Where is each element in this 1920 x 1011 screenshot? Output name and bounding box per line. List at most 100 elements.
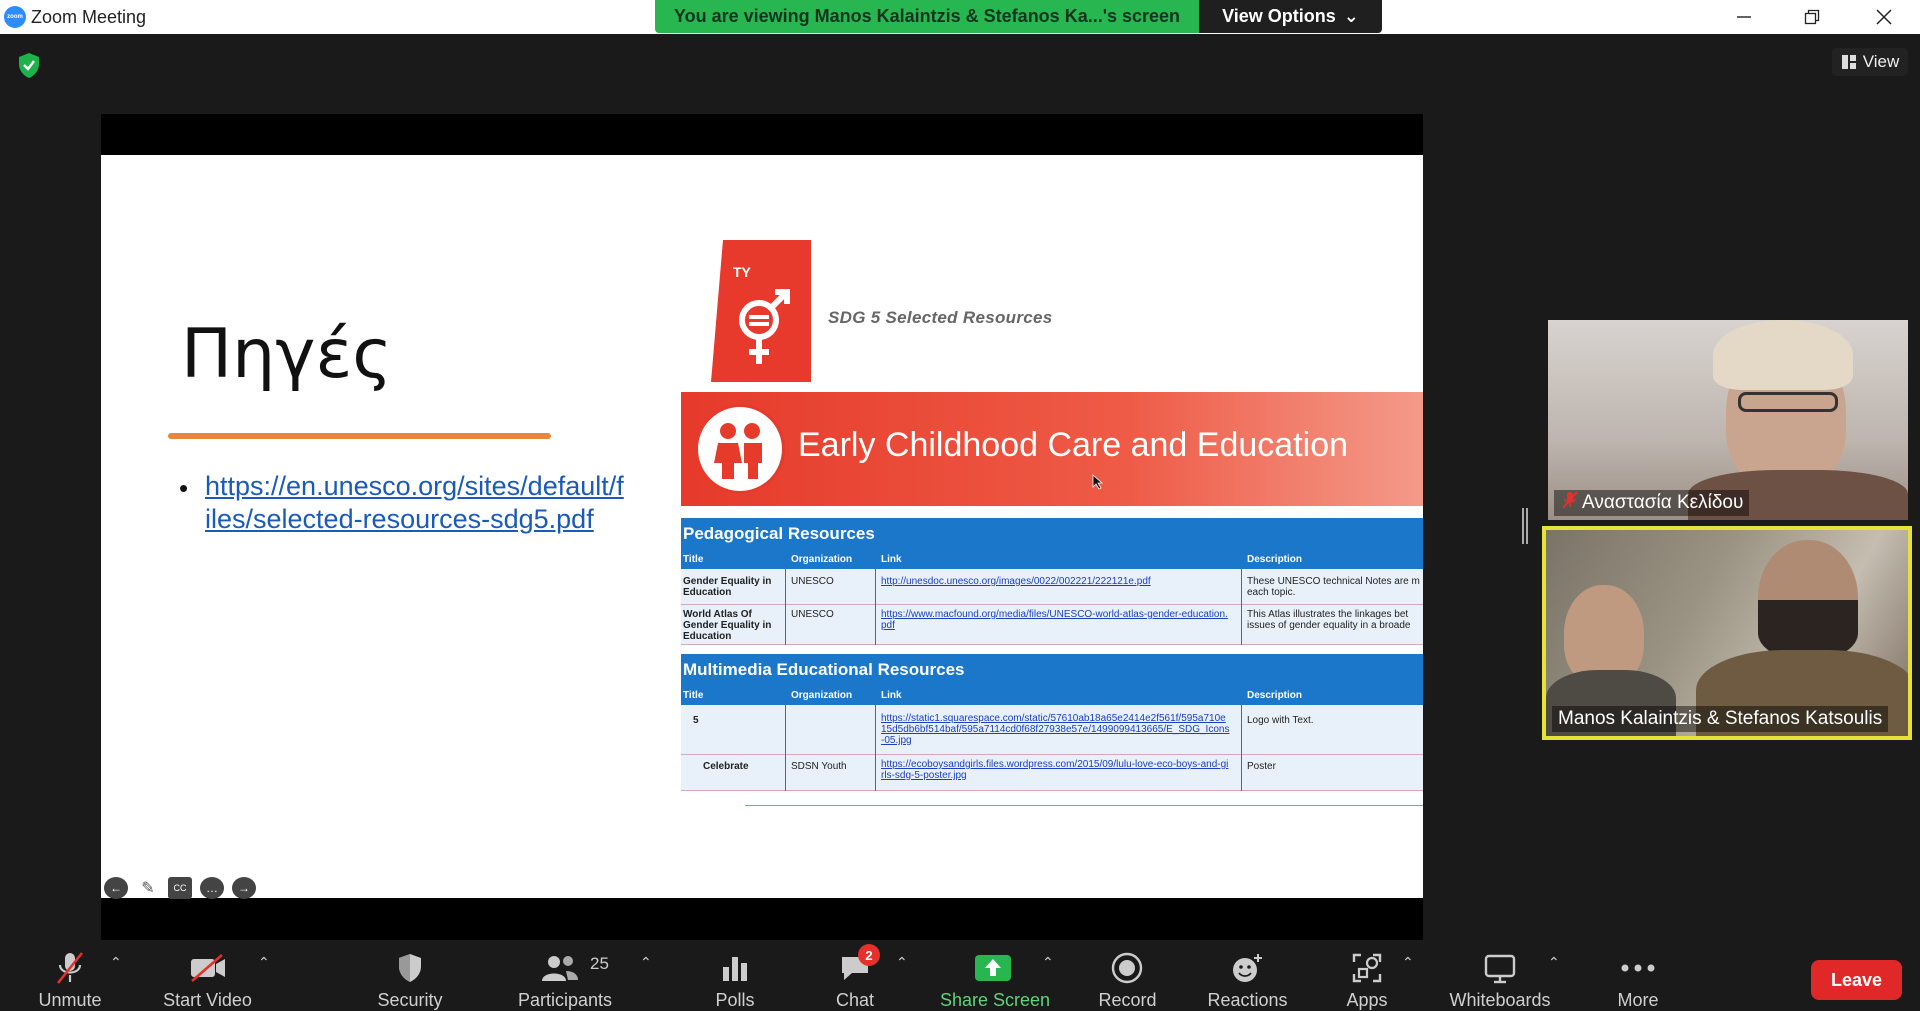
view-button[interactable]: View — [1832, 48, 1908, 76]
restore-button[interactable] — [1784, 0, 1840, 34]
meeting-toolbar: Unmute ⌃ Start Video ⌃ Security 25 Parti… — [0, 940, 1920, 1010]
table-link[interactable]: https://static1.squarespace.com/static/5… — [881, 713, 1229, 746]
security-label: Security — [377, 990, 443, 1010]
children-icon — [695, 404, 785, 494]
table-cell: https://static1.squarespace.com/static/5… — [881, 713, 1231, 746]
muted-mic-icon — [1562, 491, 1578, 509]
slide-link[interactable]: https://en.unesco.org/sites/default/file… — [205, 470, 625, 536]
table-row: 5 https://static1.squarespace.com/static… — [681, 705, 1423, 755]
video-tile[interactable]: Αναστασία Κελίδου — [1548, 320, 1908, 520]
share-screen-button[interactable]: Share Screen — [935, 940, 1050, 1010]
record-button[interactable]: Record — [1095, 940, 1160, 1010]
participants-count: 25 — [590, 954, 609, 973]
table-cell: World Atlas Of Gender Equality in Educat… — [683, 609, 772, 642]
table-cell: Celebrate — [703, 761, 749, 772]
column-divider — [785, 705, 786, 791]
table-link[interactable]: http://unesdoc.unesco.org/images/0022/00… — [881, 576, 1151, 587]
apps-icon — [1347, 950, 1387, 986]
column-divider — [1241, 569, 1242, 645]
table-header-cell: Organization — [791, 554, 853, 565]
unmute-button[interactable]: Unmute — [22, 940, 118, 1010]
eccd-banner: Early Childhood Care and Education — [681, 392, 1423, 506]
chevron-up-icon[interactable]: ⌃ — [640, 954, 652, 971]
panel-resize-handle[interactable] — [1522, 508, 1528, 544]
whiteboards-button[interactable]: Whiteboards — [1446, 940, 1554, 1010]
column-divider — [785, 569, 786, 645]
table-cell: 5 — [693, 715, 699, 726]
more-dots-icon — [1618, 950, 1658, 986]
close-button[interactable] — [1856, 0, 1912, 34]
table-row: Celebrate SDSN Youth https://ecoboysandg… — [681, 755, 1423, 791]
more-button[interactable]: More — [1616, 940, 1660, 1010]
chat-button[interactable]: 2 Chat — [830, 940, 880, 1010]
chevron-up-icon[interactable]: ⌃ — [110, 954, 122, 971]
table-header: Title Organization Link Description — [681, 549, 1423, 569]
share-screen-icon — [973, 950, 1013, 986]
section-title: Pedagogical Resources — [683, 523, 875, 543]
participant-name-text: Αναστασία Κελίδου — [1582, 492, 1744, 513]
security-button[interactable]: Security — [370, 940, 450, 1010]
table-header-cell: Link — [881, 554, 902, 565]
table-link[interactable]: https://ecoboysandgirls.files.wordpress.… — [881, 759, 1228, 781]
emoji-plus-icon — [1227, 950, 1267, 986]
pen-icon[interactable]: ✎ — [136, 877, 160, 899]
minimize-icon — [1737, 16, 1751, 18]
table-link[interactable]: https://www.macfound.org/media/files/UNE… — [881, 609, 1228, 631]
reactions-button[interactable]: Reactions — [1205, 940, 1290, 1010]
polls-button[interactable]: Polls — [705, 940, 765, 1010]
reactions-label: Reactions — [1207, 990, 1288, 1010]
apps-button[interactable]: Apps — [1342, 940, 1392, 1010]
table-header-cell: Description — [1247, 690, 1303, 701]
more-label: More — [1617, 990, 1659, 1010]
next-slide-icon[interactable]: → — [232, 877, 256, 899]
gender-equality-icon — [739, 289, 790, 364]
video-tile-active-speaker[interactable]: Manos Kalaintzis & Stefanos Katsoulis — [1542, 526, 1912, 740]
chat-label: Chat — [835, 990, 875, 1010]
view-options-label: View Options — [1222, 6, 1336, 26]
bar-chart-icon — [715, 950, 755, 986]
start-video-button[interactable]: Start Video — [155, 940, 260, 1010]
leave-button[interactable]: Leave — [1811, 960, 1902, 1000]
close-icon — [1876, 9, 1892, 25]
minimize-button[interactable] — [1716, 0, 1772, 34]
embedded-resource-image: TY SDG 5 Selected Resources Early Childh… — [681, 240, 1423, 820]
previous-slide-icon[interactable]: ← — [104, 877, 128, 899]
table-cell: This Atlas illustrates the linkages bet … — [1247, 609, 1411, 631]
view-layout-icon — [1841, 55, 1856, 69]
captions-icon[interactable]: CC — [168, 877, 192, 899]
title-bar: zoom Zoom Meeting You are viewing Manos … — [0, 0, 1920, 34]
column-divider — [875, 705, 876, 791]
participants-button[interactable]: 25 Participants — [510, 940, 625, 1010]
zoom-logo-icon: zoom — [4, 6, 26, 28]
encryption-shield-icon[interactable] — [14, 50, 44, 80]
apps-label: Apps — [1346, 990, 1388, 1010]
unmute-label: Unmute — [38, 990, 102, 1010]
slide-title: Πηγές — [181, 315, 393, 394]
chevron-up-icon[interactable]: ⌃ — [1402, 954, 1414, 971]
view-options-button[interactable]: View Options ⌄ — [1199, 0, 1382, 33]
section-heading: Pedagogical Resources — [681, 518, 1423, 549]
restore-icon — [1804, 9, 1820, 25]
more-options-icon[interactable]: … — [200, 877, 224, 899]
share-screen-label: Share Screen — [940, 990, 1051, 1010]
chevron-down-icon: ⌄ — [1343, 6, 1359, 26]
chevron-up-icon[interactable]: ⌃ — [258, 954, 270, 971]
chevron-up-icon[interactable]: ⌃ — [1548, 954, 1560, 971]
chevron-up-icon[interactable]: ⌃ — [1042, 954, 1054, 971]
sdg-heading: SDG 5 Selected Resources — [828, 308, 1053, 327]
muted-mic-icon — [50, 950, 90, 986]
table-cell: UNESCO — [791, 576, 834, 587]
table-cell: These UNESCO technical Notes are m each … — [1247, 576, 1420, 598]
table-header-cell: Title — [683, 690, 704, 701]
column-divider — [1241, 705, 1242, 791]
participant-name: Manos Kalaintzis & Stefanos Katsoulis — [1552, 706, 1889, 732]
table-cell: UNESCO — [791, 609, 834, 620]
slide-title-underline — [168, 433, 551, 439]
chevron-up-icon[interactable]: ⌃ — [896, 954, 908, 971]
polls-label: Polls — [715, 990, 755, 1010]
shield-icon — [390, 950, 430, 986]
table-row: Gender Equality in Education UNESCO http… — [681, 569, 1423, 605]
section-heading: Multimedia Educational Resources — [681, 654, 1423, 685]
shared-screen-bottom-letterbox — [101, 898, 1423, 940]
shared-slide[interactable]: Πηγές • https://en.unesco.org/sites/defa… — [101, 155, 1423, 898]
